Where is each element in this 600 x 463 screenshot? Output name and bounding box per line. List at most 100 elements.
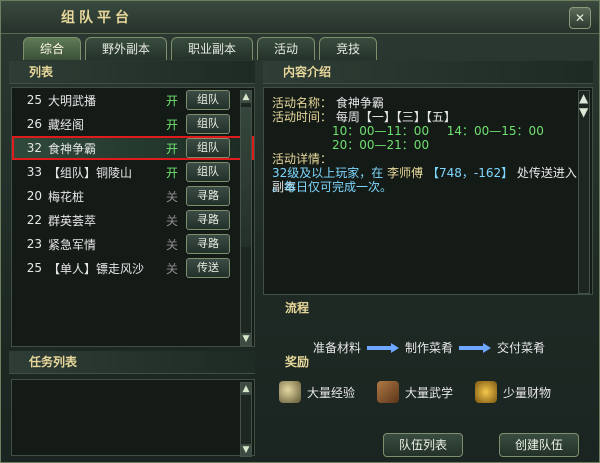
flow-section: 流程 准备材料 制作菜肴 交付菜肴: [263, 299, 593, 355]
tab-general[interactable]: 综合: [23, 37, 82, 60]
time-slots-1: 10：00—11：00 14：00—15：00: [272, 124, 584, 138]
level: 32: [26, 141, 42, 155]
scroll-up-arrow-icon[interactable]: ▲: [241, 91, 251, 103]
title-bar: 组队平台 ✕: [1, 1, 599, 34]
level: 26: [26, 117, 42, 131]
status: 关: [165, 213, 178, 228]
team-button[interactable]: 组队: [186, 90, 230, 110]
coin-stack-icon: [475, 381, 498, 403]
reward-label: 大量武学: [405, 385, 454, 400]
list-item[interactable]: 20 梅花桩 关 寻路: [12, 184, 254, 208]
details-text-a: 32级及以上玩家，在: [272, 166, 384, 180]
list-item[interactable]: 25 大明武播 开 组队: [12, 88, 254, 112]
pathfind-button[interactable]: 寻路: [186, 234, 230, 254]
team-list-button[interactable]: 队伍列表: [383, 433, 463, 457]
level: 33: [26, 165, 42, 179]
left-panel: 列表 25 大明武播 开 组队 26 藏经阁 开 组队 32 食神争霸 开 组队…: [9, 61, 255, 457]
activity-name: 梅花桩: [48, 189, 85, 204]
pathfind-button[interactable]: 寻路: [186, 186, 230, 206]
teleport-button[interactable]: 传送: [186, 258, 230, 278]
activity-name: 食神争霸: [48, 141, 97, 156]
time-slot: 10：00—11：00: [332, 124, 430, 138]
activity-name: 大明武播: [48, 93, 97, 108]
reward-item: 大量武学: [377, 381, 453, 403]
details-text-2: 。每日仅可完成一次。: [272, 180, 393, 194]
scroll-down-arrow-icon[interactable]: ▼: [241, 444, 251, 456]
list-item[interactable]: 23 紧急军情 关 寻路: [12, 232, 254, 256]
npc-name[interactable]: 李师傅: [387, 166, 423, 180]
level: 25: [26, 261, 42, 275]
details-line-1: 32级及以上玩家，在 李师傅 【748，-162】 处传送进入副本: [272, 166, 584, 194]
rewards-section: 奖励 大量经验 大量武学 少量财物: [263, 353, 593, 413]
status: 开: [165, 141, 178, 156]
status: 关: [165, 261, 178, 276]
list-item-selected[interactable]: 32 食神争霸 开 组队: [12, 136, 254, 160]
team-button[interactable]: 组队: [186, 138, 230, 158]
activity-time-line: 活动时间： 每周【一】【三】【五】: [272, 110, 584, 124]
activity-name-line: 活动名称： 食神争霸: [272, 96, 584, 110]
npc-coords[interactable]: 【748，-162】: [427, 166, 513, 180]
tab-competition[interactable]: 竞技: [319, 37, 378, 60]
activity-name: 群英荟萃: [48, 213, 97, 228]
status: 关: [165, 237, 178, 252]
list-header: 列表: [9, 61, 255, 84]
task-list-header: 任务列表: [9, 351, 255, 374]
details-label-line: 活动详情：: [272, 152, 584, 166]
task-scrollbar[interactable]: ▲ ▼: [240, 382, 252, 457]
detail-header: 内容介绍: [263, 61, 593, 84]
tab-class-dungeon[interactable]: 职业副本: [171, 37, 254, 60]
scroll-up-arrow-icon[interactable]: ▲: [241, 383, 251, 395]
time-slots-2: 20：00—21：00: [272, 138, 584, 152]
tab-bar: 综合 野外副本 职业副本 活动 竞技: [23, 37, 378, 60]
martial-scroll-icon: [377, 381, 400, 403]
reward-items: 大量经验 大量武学 少量财物: [279, 381, 551, 403]
team-button[interactable]: 组队: [186, 114, 230, 134]
right-panel: 内容介绍 活动名称： 食神争霸 活动时间： 每周【一】【三】【五】 10：00—…: [263, 61, 593, 457]
reward-item: 大量经验: [279, 381, 355, 403]
close-button[interactable]: ✕: [569, 7, 591, 29]
level: 20: [26, 189, 42, 203]
level: 23: [26, 237, 42, 251]
pathfind-button[interactable]: 寻路: [186, 210, 230, 230]
activity-name: 【单人】镖走风沙: [48, 261, 145, 276]
list-item[interactable]: 33 【组队】铜陵山 开 组队: [12, 160, 254, 184]
window-title: 组队平台: [61, 10, 133, 26]
level: 25: [26, 93, 42, 107]
scroll-down-arrow-icon[interactable]: ▼: [579, 105, 589, 119]
reward-item: 少量财物: [475, 381, 551, 403]
activity-name-label: 活动名称：: [272, 96, 333, 110]
activity-name: 藏经阁: [48, 117, 85, 132]
time-slot: 14：00—15：00: [446, 124, 544, 138]
team-button[interactable]: 组队: [186, 162, 230, 182]
team-platform-window: 组队平台 ✕ 综合 野外副本 职业副本 活动 竞技 列表 25 大明武播 开 组…: [0, 0, 600, 463]
status: 开: [165, 117, 178, 132]
experience-icon: [279, 381, 301, 403]
scroll-up-arrow-icon[interactable]: ▲: [579, 91, 589, 105]
activity-detail: 活动名称： 食神争霸 活动时间： 每周【一】【三】【五】 10：00—11：00…: [263, 87, 593, 295]
task-list-title: 任务列表: [9, 351, 255, 374]
level: 22: [26, 213, 42, 227]
tab-field-dungeon[interactable]: 野外副本: [85, 37, 168, 60]
list-item[interactable]: 22 群英荟萃 关 寻路: [12, 208, 254, 232]
details-label: 活动详情：: [272, 152, 333, 166]
time-slot: 20：00—21：00: [332, 138, 430, 152]
status: 关: [165, 189, 178, 204]
tab-activity[interactable]: 活动: [257, 37, 316, 60]
reward-label: 大量经验: [307, 385, 356, 400]
list-item[interactable]: 26 藏经阁 开 组队: [12, 112, 254, 136]
scroll-down-arrow-icon[interactable]: ▼: [241, 333, 251, 345]
arrow-right-icon: [459, 342, 492, 353]
list-item[interactable]: 25 【单人】镖走风沙 关 传送: [12, 256, 254, 280]
task-list: ▲ ▼: [11, 379, 255, 457]
list-scrollbar[interactable]: ▲ ▼: [240, 90, 252, 346]
status: 开: [165, 165, 178, 180]
status: 开: [165, 93, 178, 108]
create-team-button[interactable]: 创建队伍: [499, 433, 579, 457]
flow-title: 流程: [285, 301, 310, 315]
activity-time-label: 活动时间：: [272, 110, 333, 124]
detail-scrollbar[interactable]: ▲ ▼: [578, 90, 590, 294]
activity-list: 25 大明武播 开 组队 26 藏经阁 开 组队 32 食神争霸 开 组队 33…: [11, 87, 255, 347]
activity-days: 每周【一】【三】【五】: [335, 110, 456, 124]
scroll-thumb[interactable]: [241, 107, 251, 247]
activity-name: 紧急军情: [48, 237, 97, 252]
